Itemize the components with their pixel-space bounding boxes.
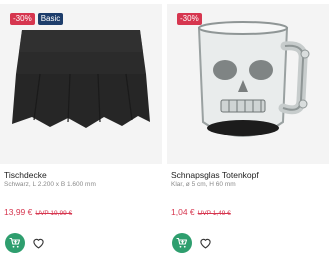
badge-group: -30% Basic	[10, 13, 64, 25]
original-price: UVP 19,99 €	[35, 210, 73, 217]
product-subtitle: Schwarz, L 2.200 x B 1.600 mm	[4, 181, 96, 188]
price-row: 1,04 € UVP 1,49 €	[171, 207, 231, 217]
skull-shot-glass-image	[197, 21, 310, 137]
tablecloth-image	[12, 30, 150, 128]
heart-icon	[200, 238, 211, 249]
price-row: 13,99 € UVP 19,99 €	[4, 207, 72, 217]
shopping-cart-icon	[176, 237, 188, 248]
sale-price: 1,04 €	[171, 207, 195, 217]
add-to-cart-button[interactable]	[172, 233, 192, 253]
badge-group: -30%	[177, 13, 202, 25]
product-subtitle: Klar, ø 5 cm, H 60 mm	[171, 181, 236, 188]
shopping-cart-icon	[9, 237, 21, 248]
sale-price: 13,99 €	[4, 207, 33, 217]
wishlist-button[interactable]	[31, 235, 46, 250]
original-price: UVP 1,49 €	[197, 210, 231, 217]
product-image-tablecloth[interactable]: -30% Basic	[0, 4, 162, 164]
product-card-tischdecke[interactable]: -30% Basic Tischdecke Schwarz, L 2.200 x…	[0, 0, 162, 270]
product-title[interactable]: Schnapsglas Totenkopf	[171, 170, 259, 180]
product-card-schnapsglas[interactable]: -30% Schnapsglas Totenkopf Klar, ø 5 cm,…	[167, 0, 329, 270]
discount-badge: -30%	[177, 13, 202, 25]
wishlist-button[interactable]	[198, 235, 213, 250]
heart-icon	[33, 238, 44, 249]
product-image-shot-glass[interactable]: -30%	[167, 4, 329, 164]
discount-badge: -30%	[10, 13, 35, 25]
product-title[interactable]: Tischdecke	[4, 170, 47, 180]
add-to-cart-button[interactable]	[5, 233, 25, 253]
basic-badge: Basic	[37, 13, 64, 25]
